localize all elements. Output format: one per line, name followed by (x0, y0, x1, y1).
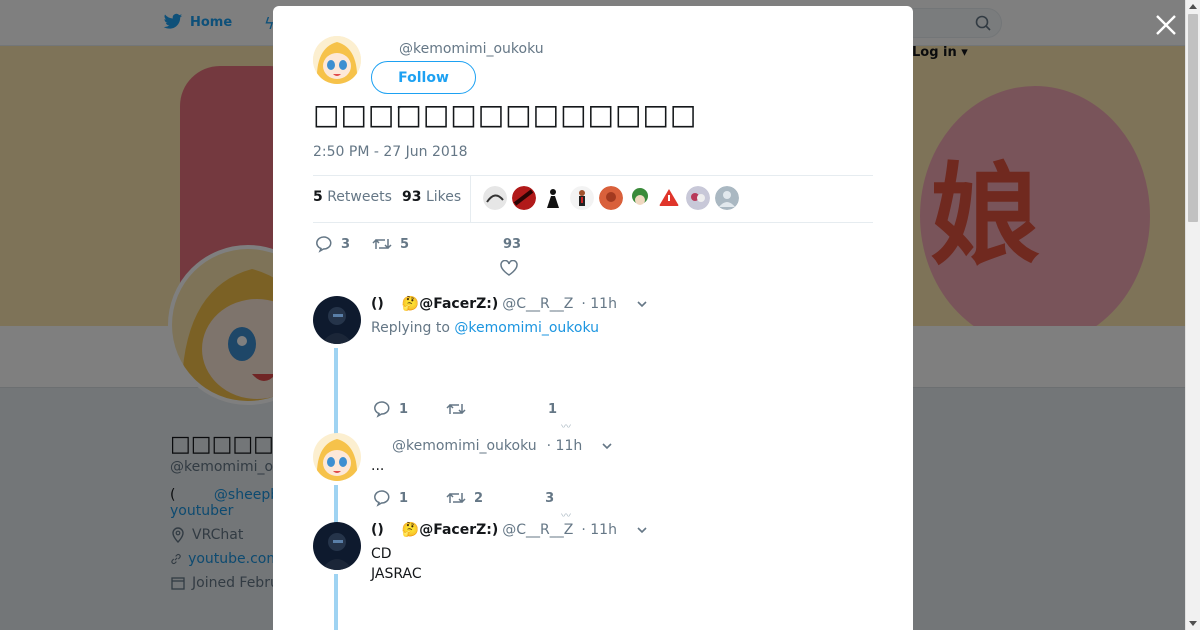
reply-button[interactable]: 1 (373, 489, 408, 507)
heart-icon[interactable]: 〰 (561, 418, 571, 433)
liker-avatar[interactable] (628, 186, 652, 210)
chevron-down-icon[interactable] (602, 441, 612, 451)
reply-header: () 🤔@FacerZ:) @C__R__Z · 11h (371, 522, 647, 538)
close-modal-button[interactable] (1154, 13, 1178, 37)
reply-body: CD JASRAC (371, 546, 422, 582)
liker-avatar[interactable] (686, 186, 710, 210)
close-icon (1156, 15, 1176, 35)
tweet-author-avatar[interactable] (313, 36, 361, 84)
retweet-icon (372, 238, 392, 250)
replying-to-link[interactable]: @kemomimi_oukoku (454, 320, 599, 336)
like-count[interactable]: 3 (545, 491, 554, 506)
tweet-author-handle[interactable]: @kemomimi_oukoku (399, 41, 544, 57)
reply-time[interactable]: · 11h (581, 522, 617, 538)
reply-author-handle[interactable]: @C__R__Z (502, 522, 573, 538)
heart-icon (500, 259, 518, 276)
reply-time[interactable]: · 11h (581, 296, 617, 312)
follow-button[interactable]: Follow (371, 61, 476, 94)
replying-to: Replying to @kemomimi_oukoku (371, 320, 600, 336)
tweet-timestamp[interactable]: 2:50 PM - 27 Jun 2018 (313, 144, 468, 160)
reply-time[interactable]: · 11h (547, 438, 583, 454)
scrollbar-thumb[interactable] (1188, 14, 1198, 222)
tweet-text: □□□□□□□□□□□□□□ (313, 98, 698, 131)
reply-icon (374, 490, 390, 507)
reply-tweet[interactable]: () 🤔@FacerZ:) @C__R__Z · 11h CD JASRAC (313, 522, 873, 630)
like-button[interactable] (500, 259, 518, 280)
retweets-stat[interactable]: 5 Retweets (313, 189, 392, 205)
reply-body: ... (371, 458, 385, 474)
liker-avatar[interactable] (657, 186, 681, 210)
retweet-button[interactable]: 2 (446, 490, 483, 506)
tweet-modal: @kemomimi_oukoku Follow ⌄ □□□□□□□□□□□□□□… (273, 6, 913, 630)
tweet-actions: 3 5 (315, 235, 409, 253)
tweet-stats: 5 Retweets 93 Likes (313, 175, 873, 223)
reply-tweet[interactable]: @kemomimi_oukoku · 11h ... 1 2 3 〰 (313, 433, 873, 525)
chevron-down-icon[interactable] (637, 525, 647, 535)
reply-author-avatar[interactable] (313, 433, 361, 481)
reply-tweet[interactable]: () 🤔@FacerZ:) @C__R__Z · 11h Replying to… (313, 296, 873, 440)
heart-icon[interactable]: 〰 (561, 507, 571, 522)
scroll-up-arrow-icon[interactable] (1189, 4, 1197, 9)
like-count-main: 93 (503, 237, 522, 252)
thread-line (334, 574, 338, 630)
page-scrollbar[interactable] (1185, 0, 1200, 630)
reply-header: () 🤔@FacerZ:) @C__R__Z · 11h (371, 296, 647, 312)
reply-author-handle[interactable]: @C__R__Z (502, 296, 573, 312)
reply-author-name[interactable]: 🤔@FacerZ:) (402, 296, 498, 312)
liker-avatar[interactable] (715, 186, 739, 210)
reply-button[interactable]: 3 (315, 235, 350, 253)
reply-actions: 1 1 (373, 400, 557, 418)
scroll-down-arrow-icon[interactable] (1189, 621, 1197, 626)
liker-avatar[interactable] (512, 186, 536, 210)
reply-icon (374, 401, 390, 418)
retweet-button[interactable] (446, 401, 466, 417)
reply-author-handle[interactable]: @kemomimi_oukoku (392, 438, 537, 454)
liker-avatar[interactable] (483, 186, 507, 210)
liker-avatar[interactable] (541, 186, 565, 210)
retweet-button[interactable]: 5 (372, 236, 409, 252)
liker-avatar[interactable] (570, 186, 594, 210)
reply-header: @kemomimi_oukoku · 11h (392, 438, 612, 454)
thread-line (334, 485, 338, 525)
retweet-icon (446, 403, 466, 415)
liker-avatar[interactable] (599, 186, 623, 210)
thread-line (334, 348, 338, 440)
chevron-down-icon[interactable] (637, 299, 647, 309)
reply-author-name[interactable]: 🤔@FacerZ:) (402, 522, 498, 538)
retweet-icon (446, 492, 466, 504)
reply-icon (316, 236, 332, 253)
likes-stat[interactable]: 93 Likes (402, 189, 461, 205)
like-count[interactable]: 1 (548, 402, 557, 417)
reply-actions: 1 2 3 (373, 489, 554, 507)
reply-author-avatar[interactable] (313, 522, 361, 570)
reply-author-avatar[interactable] (313, 296, 361, 344)
reply-button[interactable]: 1 (373, 400, 408, 418)
liker-avatars (483, 186, 739, 210)
